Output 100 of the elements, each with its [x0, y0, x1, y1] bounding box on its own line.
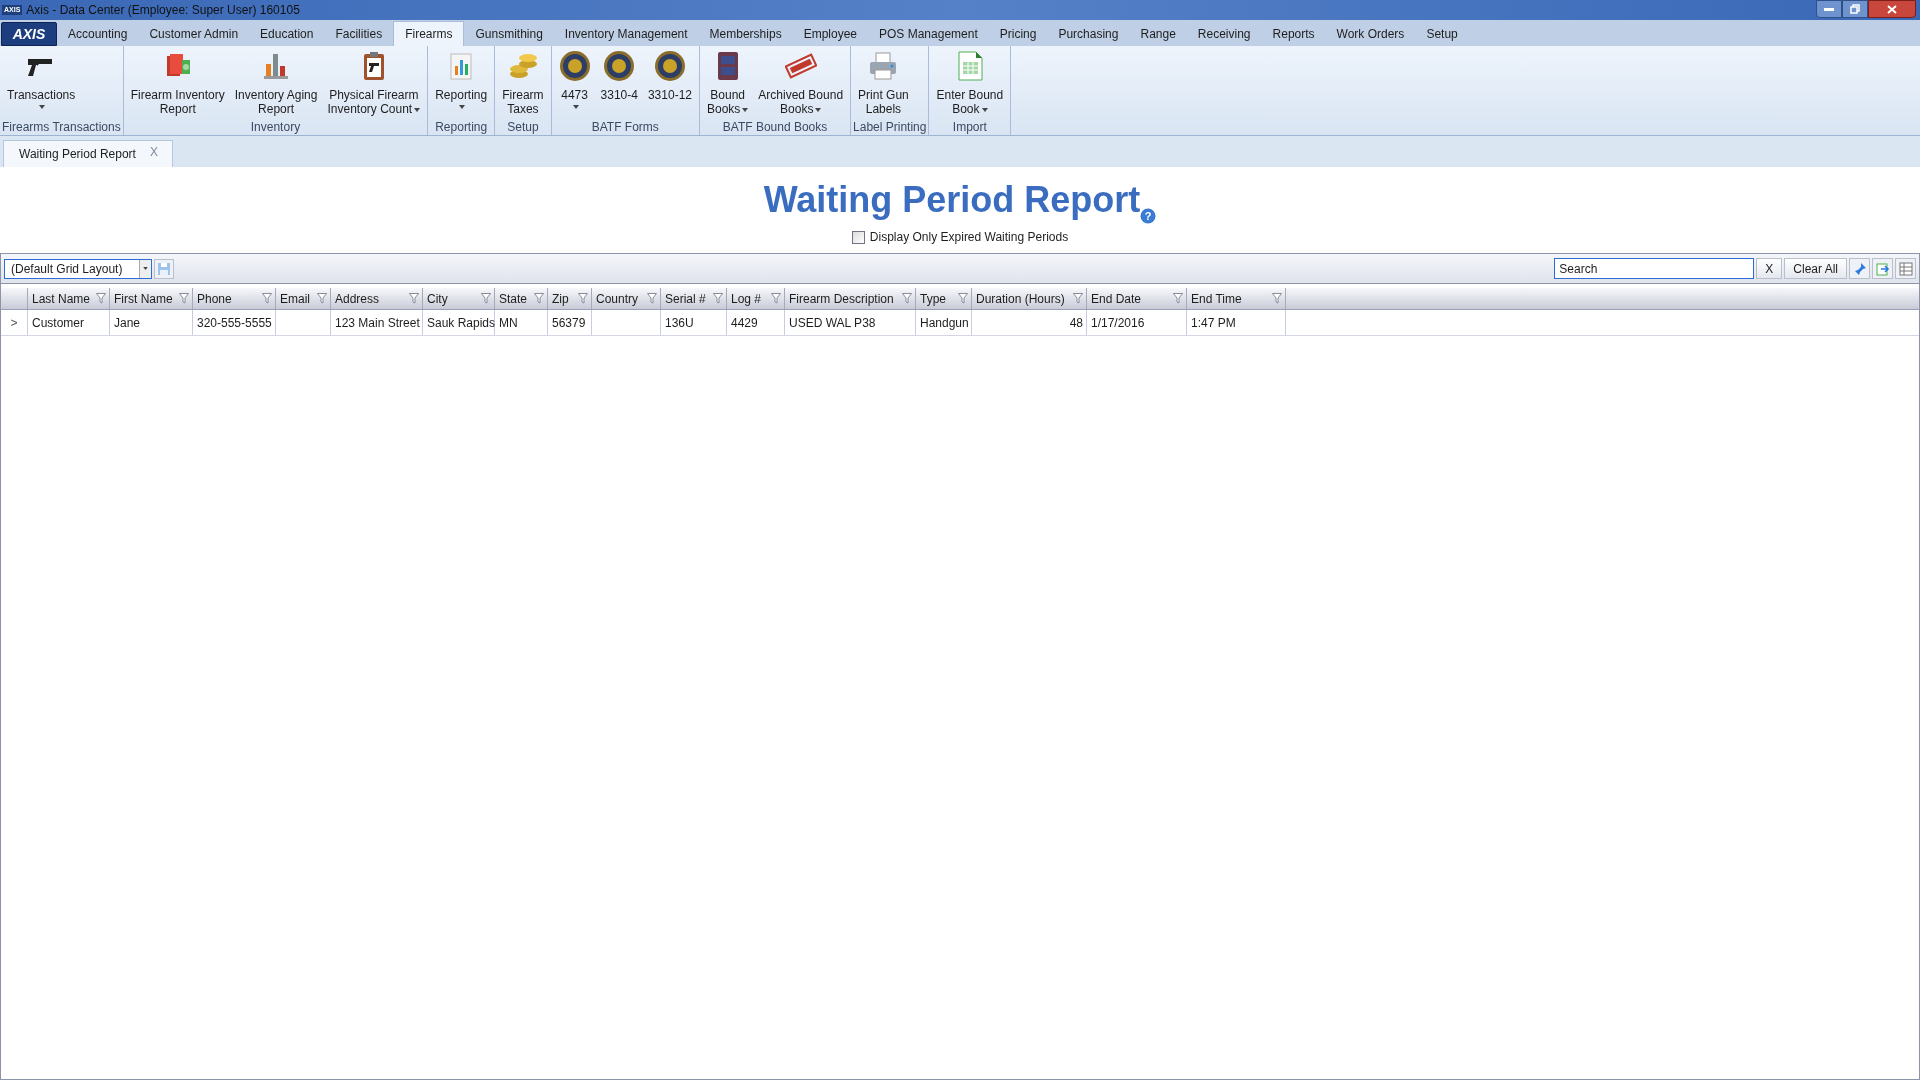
- menu-tab[interactable]: Gunsmithing: [464, 21, 554, 46]
- minimize-button[interactable]: [1816, 0, 1842, 18]
- checkbox-label: Display Only Expired Waiting Periods: [869, 229, 1069, 246]
- table-cell: MN: [495, 310, 548, 335]
- menu-tab[interactable]: Receiving: [1186, 21, 1262, 46]
- save-layout-button[interactable]: [154, 258, 174, 279]
- menu-tab[interactable]: Work Orders: [1325, 21, 1416, 46]
- stamp-icon: [784, 50, 817, 82]
- clear-all-button[interactable]: Clear All: [1784, 258, 1847, 279]
- column-header[interactable]: Zip: [548, 288, 592, 309]
- menu-tab[interactable]: Reports: [1261, 21, 1326, 46]
- column-header[interactable]: First Name: [110, 288, 193, 309]
- help-icon[interactable]: ?: [1140, 208, 1157, 224]
- column-header[interactable]: City: [423, 288, 495, 309]
- filter-icon[interactable]: [1173, 293, 1183, 304]
- column-header[interactable]: State: [495, 288, 548, 309]
- filter-icon[interactable]: [578, 293, 588, 304]
- filter-icon[interactable]: [409, 293, 419, 304]
- column-header[interactable]: Firearm Description: [785, 288, 916, 309]
- menu-tab[interactable]: Inventory Management: [553, 21, 699, 46]
- axis-logo: AXIS: [1, 22, 57, 46]
- ribbon-group-label: Inventory: [249, 119, 302, 135]
- column-header[interactable]: Type: [916, 288, 972, 309]
- column-header[interactable]: Country: [592, 288, 661, 309]
- column-header[interactable]: Duration (Hours): [972, 288, 1087, 309]
- ribbon-group-label: Import: [951, 119, 988, 135]
- clear-search-button[interactable]: X: [1756, 258, 1783, 279]
- ribbon-button[interactable]: Transactions: [2, 50, 81, 116]
- ribbon-button[interactable]: Inventory Aging Report: [229, 50, 323, 116]
- column-header[interactable]: Address: [331, 288, 423, 309]
- filter-icon[interactable]: [96, 293, 106, 304]
- pin-button[interactable]: [1849, 258, 1870, 279]
- close-button[interactable]: [1868, 0, 1916, 18]
- ribbon-button[interactable]: Bound Books: [702, 50, 754, 116]
- row-indicator[interactable]: >: [1, 310, 28, 335]
- menu-tab[interactable]: Facilities: [324, 21, 394, 46]
- minimize-icon: [1824, 7, 1834, 11]
- column-header[interactable]: Serial #: [661, 288, 727, 309]
- ribbon-button[interactable]: 3310-12: [642, 50, 697, 116]
- export-button[interactable]: [1872, 258, 1893, 279]
- column-header[interactable]: End Time: [1187, 288, 1286, 309]
- table-cell: 1:47 PM: [1187, 310, 1286, 335]
- ribbon-button[interactable]: 4473: [553, 50, 596, 116]
- table-cell: 4429: [727, 310, 785, 335]
- ribbon-button[interactable]: Print Gun Labels: [853, 50, 914, 116]
- table-cell: USED WAL P38: [785, 310, 916, 335]
- menu-tab[interactable]: Customer Admin: [138, 21, 250, 46]
- ribbon-group-label: BATF Forms: [590, 119, 660, 135]
- filter-icon[interactable]: [317, 293, 327, 304]
- ribbon-button[interactable]: Physical Firearm Inventory Count: [322, 50, 426, 116]
- search-field[interactable]: Search: [1554, 258, 1755, 279]
- menu-tab[interactable]: Purchasing: [1047, 21, 1130, 46]
- column-header[interactable]: Log #: [727, 288, 785, 309]
- dropdown-caret-icon: [459, 104, 466, 109]
- table-cell: Customer: [28, 310, 110, 335]
- export-icon: [1875, 261, 1890, 276]
- restore-icon: [1850, 4, 1860, 14]
- menu-tab[interactable]: Setup: [1415, 21, 1469, 46]
- ribbon-button[interactable]: Firearm Inventory Report: [125, 50, 230, 116]
- filter-icon[interactable]: [958, 293, 968, 304]
- menu-tab[interactable]: Range: [1129, 21, 1187, 46]
- menu-tab[interactable]: Employee: [792, 21, 868, 46]
- document-tab[interactable]: Waiting Period Report X: [3, 140, 173, 167]
- columns-icon: [1898, 261, 1913, 276]
- filter-icon[interactable]: [262, 293, 272, 304]
- dropdown-caret-icon: [572, 104, 579, 109]
- filter-icon[interactable]: [713, 293, 723, 304]
- filter-icon[interactable]: [1073, 293, 1083, 304]
- filter-icon[interactable]: [771, 293, 781, 304]
- menu-tab[interactable]: Pricing: [988, 21, 1048, 46]
- menu-tab[interactable]: Education: [249, 21, 325, 46]
- filter-icon[interactable]: [534, 293, 544, 304]
- filter-icon[interactable]: [1272, 293, 1282, 304]
- column-header[interactable]: Last Name: [28, 288, 110, 309]
- ribbon-button[interactable]: Archived Bound Books: [753, 50, 849, 116]
- layout-dropdown[interactable]: (Default Grid Layout): [4, 258, 152, 279]
- table-cell: Sauk Rapids: [423, 310, 495, 335]
- menu-tab[interactable]: Firearms: [393, 21, 465, 46]
- filter-icon[interactable]: [902, 293, 912, 304]
- ribbon-button[interactable]: Enter Bound Book: [931, 50, 1009, 116]
- menu-tab[interactable]: Memberships: [698, 21, 793, 46]
- dropdown-caret-icon: [981, 107, 988, 112]
- dropdown-caret-icon: [815, 107, 822, 112]
- ribbon-button[interactable]: 3310-4: [595, 50, 643, 116]
- ribbon-button[interactable]: Reporting: [430, 50, 493, 116]
- restore-button[interactable]: [1842, 0, 1868, 18]
- column-chooser-button[interactable]: [1895, 258, 1916, 279]
- ribbon-group-label: Label Printing: [853, 119, 927, 135]
- table-cell: 320-555-5555: [193, 310, 276, 335]
- filter-icon[interactable]: [481, 293, 491, 304]
- filter-icon[interactable]: [647, 293, 657, 304]
- menu-tab[interactable]: Accounting: [57, 21, 139, 46]
- filter-icon[interactable]: [179, 293, 189, 304]
- menu-tab[interactable]: POS Management: [868, 21, 989, 46]
- ribbon-group-label: Setup: [506, 119, 540, 135]
- ribbon-button[interactable]: Firearm Taxes: [497, 50, 549, 116]
- column-header[interactable]: Email: [276, 288, 331, 309]
- checkbox[interactable]: [851, 230, 865, 244]
- column-header[interactable]: Phone: [193, 288, 276, 309]
- column-header[interactable]: End Date: [1087, 288, 1187, 309]
